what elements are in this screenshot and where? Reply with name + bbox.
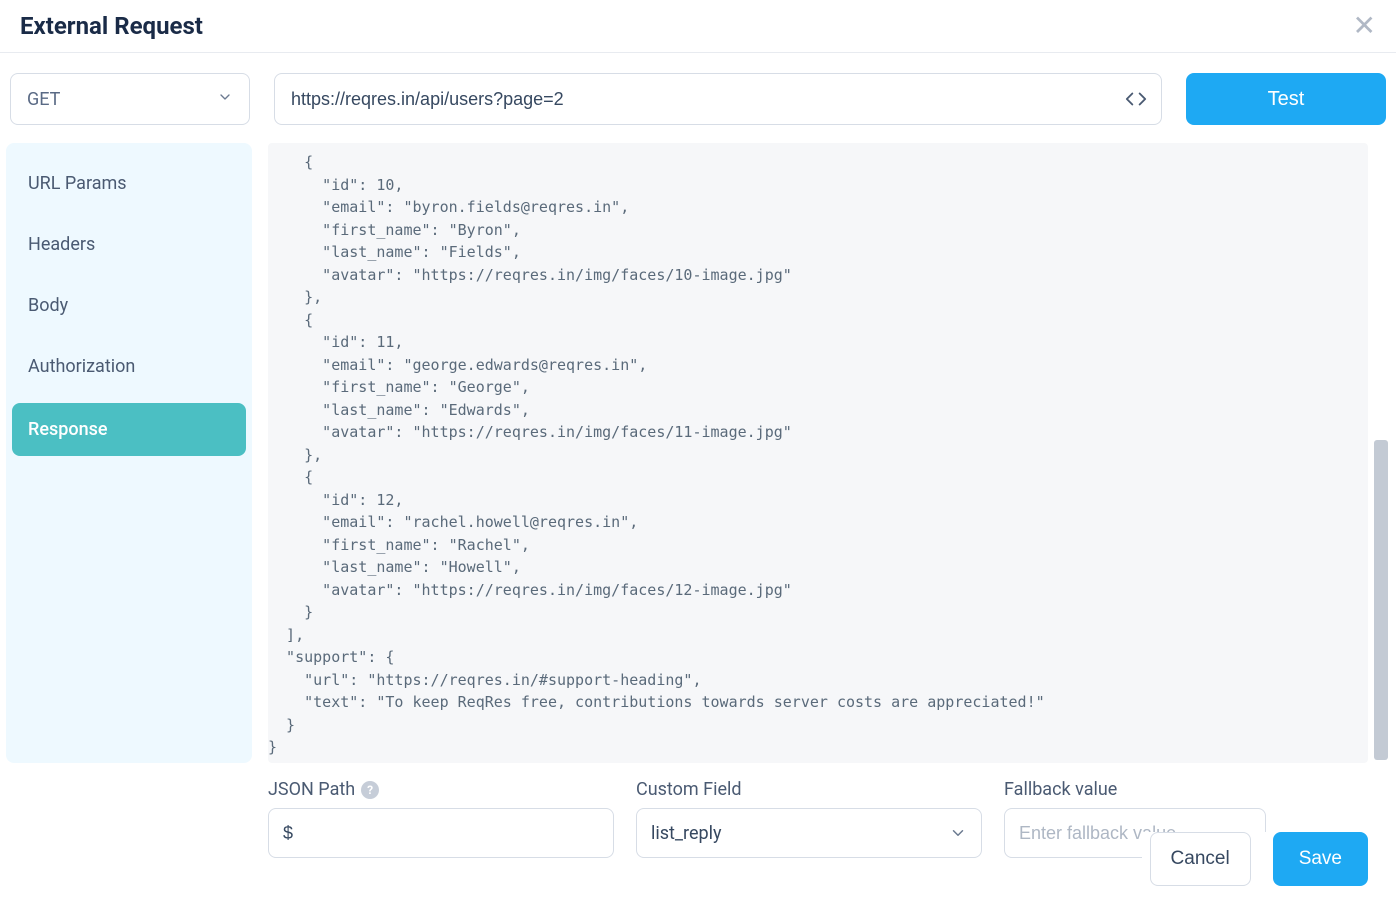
cancel-button[interactable]: Cancel (1150, 832, 1251, 886)
dialog-title: External Request (20, 12, 203, 40)
json-path-label: JSON Path ? (268, 779, 614, 800)
sidebar-item-label: Body (28, 295, 68, 316)
custom-field-value: list_reply (651, 823, 722, 844)
sidebar-item-authorization[interactable]: Authorization (6, 336, 252, 397)
sidebar-item-body[interactable]: Body (6, 275, 252, 336)
scrollbar[interactable] (1372, 150, 1388, 770)
url-input[interactable] (275, 74, 1161, 124)
close-icon[interactable]: ✕ (1353, 12, 1376, 40)
sidebar-item-url-params[interactable]: URL Params (6, 153, 252, 214)
help-icon[interactable]: ? (361, 781, 379, 799)
sidebar-item-response[interactable]: Response (12, 403, 246, 456)
json-path-input[interactable] (268, 808, 614, 858)
fallback-label: Fallback value (1004, 779, 1266, 800)
chevron-down-icon (217, 89, 233, 109)
sidebar-item-label: Authorization (28, 356, 135, 377)
sidebar-item-label: Headers (28, 234, 95, 255)
sidebar-item-label: URL Params (28, 173, 127, 194)
http-method-select[interactable]: GET (10, 73, 250, 125)
chevron-down-icon (949, 824, 967, 842)
code-icon[interactable] (1125, 88, 1147, 110)
test-button[interactable]: Test (1186, 73, 1386, 125)
save-button[interactable]: Save (1273, 832, 1368, 886)
custom-field-label: Custom Field (636, 779, 982, 800)
response-body[interactable]: { "id": 10, "email": "byron.fields@reqre… (268, 143, 1368, 763)
url-input-wrapper (274, 73, 1162, 125)
scrollbar-thumb[interactable] (1374, 440, 1388, 760)
http-method-value: GET (27, 89, 60, 110)
config-sidebar: URL Params Headers Body Authorization Re… (6, 143, 252, 763)
custom-field-select[interactable]: list_reply (636, 808, 982, 858)
sidebar-item-headers[interactable]: Headers (6, 214, 252, 275)
sidebar-item-label: Response (28, 419, 108, 440)
response-panel: { "id": 10, "email": "byron.fields@reqre… (268, 143, 1368, 763)
